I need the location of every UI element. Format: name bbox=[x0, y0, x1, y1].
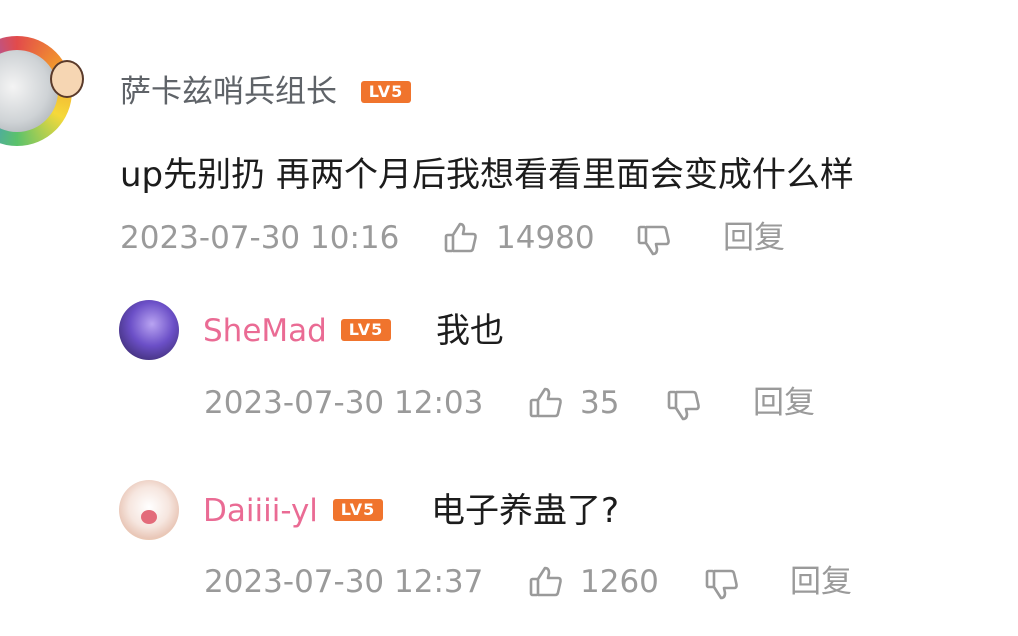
like-count: 35 bbox=[580, 385, 620, 421]
reply-button[interactable]: 回复 bbox=[790, 562, 852, 602]
comment-text: 电子养蛊了? bbox=[431, 491, 620, 531]
username[interactable]: SheMad bbox=[203, 311, 327, 351]
avatar[interactable] bbox=[119, 480, 179, 540]
level-badge: LV5 bbox=[361, 81, 411, 103]
like-count: 14980 bbox=[496, 220, 595, 256]
avatar[interactable] bbox=[0, 36, 84, 146]
thumbs-up-icon[interactable] bbox=[528, 385, 564, 421]
level-badge: LV5 bbox=[341, 319, 391, 341]
thumbs-down-icon[interactable] bbox=[636, 222, 672, 258]
avatar-image bbox=[0, 50, 58, 132]
avatar[interactable] bbox=[119, 300, 179, 360]
like-count: 1260 bbox=[580, 564, 659, 600]
username[interactable]: 萨卡兹哨兵组长 bbox=[120, 72, 337, 112]
comment-text: up先别扔 再两个月后我想看看里面会变成什么样 bbox=[120, 155, 854, 195]
username[interactable]: Daiiii-yl bbox=[203, 491, 318, 531]
reply-button[interactable]: 回复 bbox=[753, 383, 815, 423]
reply-button[interactable]: 回复 bbox=[723, 218, 785, 258]
comment-timestamp: 2023-07-30 12:37 bbox=[204, 564, 484, 600]
thumbs-up-icon[interactable] bbox=[528, 564, 564, 600]
comment-text: 我也 bbox=[436, 311, 504, 351]
thumbs-up-icon[interactable] bbox=[443, 220, 479, 256]
level-badge: LV5 bbox=[333, 499, 383, 521]
comment-timestamp: 2023-07-30 10:16 bbox=[120, 220, 400, 256]
avatar-pendant bbox=[50, 60, 84, 98]
thumbs-down-icon[interactable] bbox=[666, 387, 702, 423]
comment-timestamp: 2023-07-30 12:03 bbox=[204, 385, 484, 421]
thumbs-down-icon[interactable] bbox=[704, 566, 740, 602]
